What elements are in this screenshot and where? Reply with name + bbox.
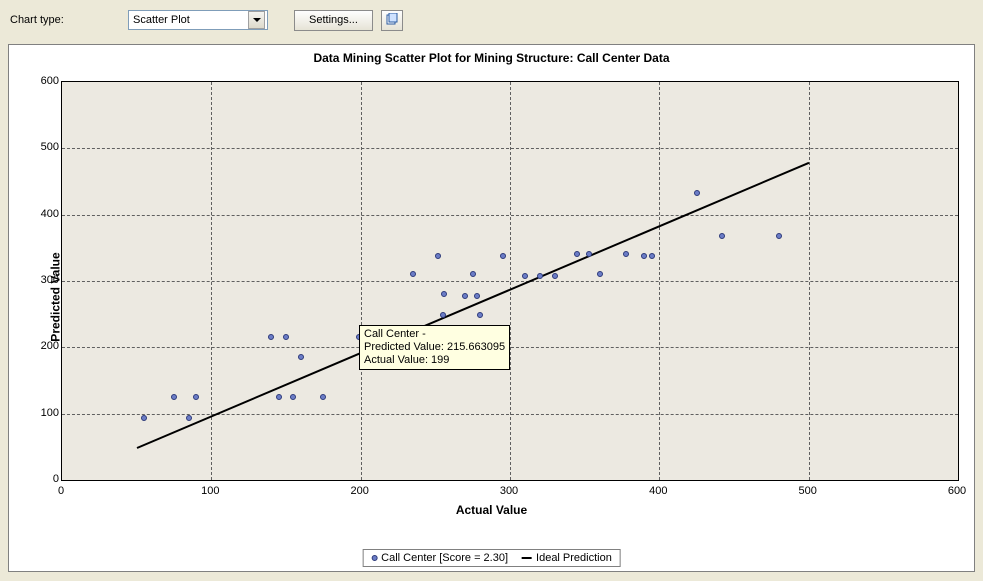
dropdown-arrow-button[interactable] <box>248 11 265 29</box>
toolbar: Chart type: Scatter Plot Settings... <box>0 0 983 44</box>
data-point[interactable] <box>641 253 647 259</box>
gridline-horizontal <box>62 281 958 282</box>
plot-stage: Predicted Value Actual Value 01002003004… <box>9 73 974 521</box>
legend-item-series: Call Center [Score = 2.30] <box>371 552 508 564</box>
data-point[interactable] <box>522 273 528 279</box>
data-point[interactable] <box>597 271 603 277</box>
legend: Call Center [Score = 2.30] Ideal Predict… <box>362 549 621 567</box>
plot-area[interactable] <box>61 81 959 481</box>
tooltip-line: Predicted Value: 215.663095 <box>364 341 505 354</box>
copy-button[interactable] <box>381 10 403 31</box>
chart-type-dropdown[interactable]: Scatter Plot <box>128 10 268 30</box>
tooltip-line: Call Center - <box>364 328 505 341</box>
legend-item-ideal: Ideal Prediction <box>522 552 612 564</box>
legend-ideal-label: Ideal Prediction <box>536 552 612 564</box>
chevron-down-icon <box>253 18 261 22</box>
data-point[interactable] <box>290 394 296 400</box>
tooltip: Call Center - Predicted Value: 215.66309… <box>359 325 510 370</box>
x-axis-label: Actual Value <box>9 503 974 517</box>
data-point[interactable] <box>462 293 468 299</box>
chart-type-value: Scatter Plot <box>133 14 190 26</box>
data-point[interactable] <box>276 394 282 400</box>
data-point[interactable] <box>586 251 592 257</box>
data-point[interactable] <box>649 253 655 259</box>
data-point[interactable] <box>298 354 304 360</box>
legend-series-label: Call Center [Score = 2.30] <box>381 552 508 564</box>
data-point[interactable] <box>776 233 782 239</box>
data-point[interactable] <box>186 415 192 421</box>
x-tick-label: 300 <box>500 485 518 497</box>
data-point[interactable] <box>141 415 147 421</box>
settings-button-label: Settings... <box>309 14 358 26</box>
y-tick-label: 200 <box>37 340 59 352</box>
data-point[interactable] <box>171 394 177 400</box>
chart-panel: Data Mining Scatter Plot for Mining Stru… <box>8 44 975 572</box>
data-point[interactable] <box>283 334 289 340</box>
x-tick-label: 0 <box>58 485 64 497</box>
y-tick-label: 600 <box>37 75 59 87</box>
data-point[interactable] <box>574 251 580 257</box>
data-point[interactable] <box>410 271 416 277</box>
x-tick-label: 200 <box>350 485 368 497</box>
data-point[interactable] <box>474 293 480 299</box>
data-point[interactable] <box>435 253 441 259</box>
data-point[interactable] <box>470 271 476 277</box>
legend-marker-line <box>522 557 532 559</box>
chart-type-label: Chart type: <box>10 14 120 26</box>
data-point[interactable] <box>500 253 506 259</box>
gridline-horizontal <box>62 215 958 216</box>
data-point[interactable] <box>268 334 274 340</box>
data-point[interactable] <box>694 190 700 196</box>
y-tick-label: 500 <box>37 141 59 153</box>
data-point[interactable] <box>320 394 326 400</box>
data-point[interactable] <box>552 273 558 279</box>
y-tick-label: 0 <box>37 473 59 485</box>
x-tick-label: 500 <box>798 485 816 497</box>
chart-title: Data Mining Scatter Plot for Mining Stru… <box>9 45 974 73</box>
y-tick-label: 400 <box>37 208 59 220</box>
gridline-horizontal <box>62 414 958 415</box>
ideal-prediction-line <box>136 162 809 449</box>
settings-button[interactable]: Settings... <box>294 10 373 31</box>
x-tick-label: 600 <box>948 485 966 497</box>
x-tick-label: 400 <box>649 485 667 497</box>
data-point[interactable] <box>623 251 629 257</box>
gridline-horizontal <box>62 148 958 149</box>
legend-marker-dot <box>371 555 377 561</box>
y-tick-label: 100 <box>37 407 59 419</box>
data-point[interactable] <box>441 291 447 297</box>
copy-icon <box>385 13 399 27</box>
x-tick-label: 100 <box>201 485 219 497</box>
data-point[interactable] <box>477 312 483 318</box>
data-point[interactable] <box>193 394 199 400</box>
data-point[interactable] <box>719 233 725 239</box>
tooltip-line: Actual Value: 199 <box>364 354 505 367</box>
y-tick-label: 300 <box>37 274 59 286</box>
data-point[interactable] <box>537 273 543 279</box>
